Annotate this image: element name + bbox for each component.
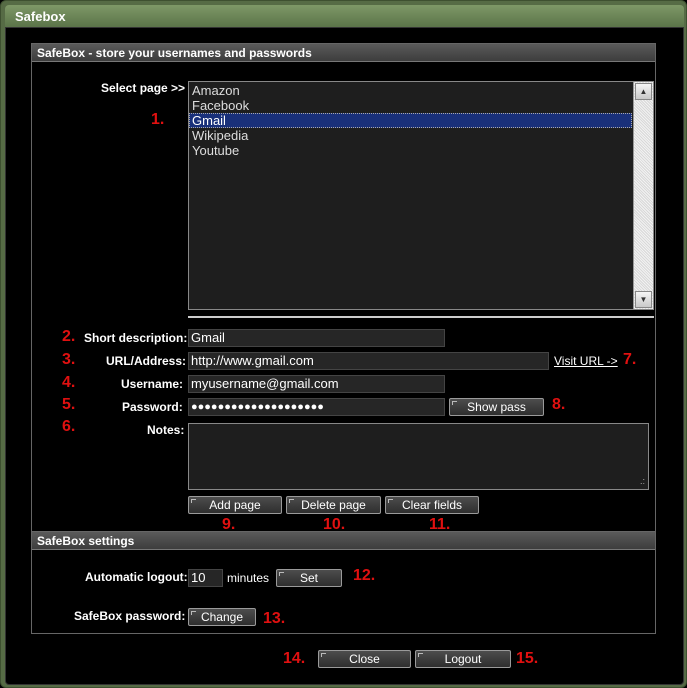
- annotation-13: 13.: [263, 610, 286, 627]
- short-description-input[interactable]: Gmail: [188, 329, 445, 347]
- settings-panel-title: SafeBox settings: [37, 534, 135, 548]
- title-bar[interactable]: Safebox: [5, 5, 684, 27]
- list-item-wikipedia[interactable]: Wikipedia: [189, 128, 632, 143]
- scroll-up-icon[interactable]: ▲: [635, 83, 652, 100]
- annotation-6: 6.: [62, 418, 76, 435]
- notes-textarea[interactable]: .:: [188, 423, 649, 490]
- username-input[interactable]: myusername@gmail.com: [188, 375, 445, 393]
- auto-logout-input[interactable]: 10: [188, 569, 223, 587]
- logout-button[interactable]: Logout: [415, 650, 511, 668]
- page-listbox[interactable]: Amazon Facebook Gmail Wikipedia Youtube …: [188, 81, 654, 310]
- window-title: Safebox: [15, 9, 66, 24]
- url-input[interactable]: http://www.gmail.com: [188, 352, 549, 370]
- scroll-down-icon[interactable]: ▼: [635, 291, 652, 308]
- list-item-facebook[interactable]: Facebook: [189, 98, 632, 113]
- list-scrollbar[interactable]: ▲ ▼: [633, 82, 653, 309]
- annotation-3: 3.: [62, 351, 76, 368]
- password-input[interactable]: ●●●●●●●●●●●●●●●●●●●●: [188, 398, 445, 416]
- list-item-amazon[interactable]: Amazon: [189, 83, 632, 98]
- list-item-gmail[interactable]: Gmail: [189, 113, 632, 128]
- annotation-8: 8.: [552, 396, 566, 413]
- main-panel-title: SafeBox - store your usernames and passw…: [37, 46, 312, 60]
- list-item-youtube[interactable]: Youtube: [189, 143, 632, 158]
- safebox-password-label: SafeBox password:: [74, 609, 186, 623]
- short-description-label: Short description:: [84, 331, 188, 345]
- delete-page-button[interactable]: Delete page: [286, 496, 381, 514]
- resize-grip-icon[interactable]: .:: [640, 477, 645, 486]
- notes-label: Notes:: [147, 423, 185, 437]
- change-password-button[interactable]: Change: [188, 608, 256, 626]
- annotation-5: 5.: [62, 396, 76, 413]
- annotation-12: 12.: [353, 567, 376, 584]
- auto-logout-label: Automatic logout:: [85, 570, 188, 584]
- close-button[interactable]: Close: [318, 650, 411, 668]
- annotation-7: 7.: [623, 351, 637, 368]
- password-label: Password:: [122, 400, 183, 414]
- set-logout-button[interactable]: Set: [276, 569, 342, 587]
- annotation-1: 1.: [151, 111, 165, 128]
- minutes-label: minutes: [227, 571, 270, 585]
- settings-panel-header: SafeBox settings: [32, 532, 655, 550]
- annotation-2: 2.: [62, 328, 76, 345]
- show-pass-button[interactable]: Show pass: [449, 398, 544, 416]
- username-label: Username:: [121, 377, 184, 391]
- divider: [188, 316, 654, 318]
- main-panel-header: SafeBox - store your usernames and passw…: [32, 44, 655, 62]
- clear-fields-button[interactable]: Clear fields: [385, 496, 479, 514]
- select-page-label: Select page >>: [101, 81, 186, 95]
- visit-url-link[interactable]: Visit URL ->: [554, 354, 618, 368]
- url-label: URL/Address:: [106, 354, 187, 368]
- annotation-14: 14.: [283, 650, 306, 667]
- annotation-15: 15.: [516, 650, 539, 667]
- annotation-4: 4.: [62, 374, 76, 391]
- add-page-button[interactable]: Add page: [188, 496, 282, 514]
